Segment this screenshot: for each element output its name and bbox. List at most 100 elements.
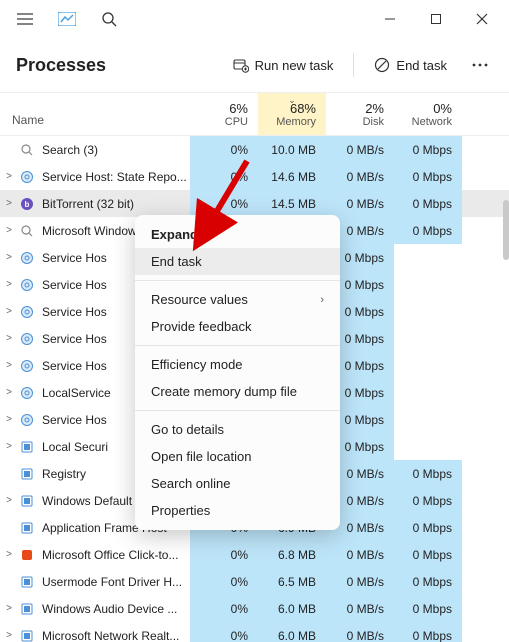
cell-disk: 0 MB/s bbox=[326, 136, 394, 163]
expand-chevron-icon[interactable]: > bbox=[0, 306, 18, 317]
page-header: Processes Run new task End task bbox=[0, 38, 509, 92]
menu-item-label: Resource values bbox=[151, 292, 248, 307]
cell-memory: 14.6 MB bbox=[258, 163, 326, 190]
titlebar bbox=[0, 0, 509, 38]
svg-text:b: b bbox=[25, 200, 30, 209]
end-task-button[interactable]: End task bbox=[364, 51, 457, 79]
end-task-icon bbox=[374, 57, 390, 73]
process-icon bbox=[18, 546, 36, 564]
col-memory[interactable]: ⌄ 68% Memory bbox=[258, 93, 326, 135]
cell-cpu: 0% bbox=[190, 541, 258, 568]
expand-chevron-icon[interactable]: > bbox=[0, 171, 18, 182]
process-icon bbox=[18, 600, 36, 618]
expand-chevron-icon[interactable]: > bbox=[0, 387, 18, 398]
process-name: Service Hos bbox=[42, 305, 128, 319]
menu-item-label: Open file location bbox=[151, 449, 251, 464]
table-header: Name 6% CPU ⌄ 68% Memory 2% Disk 0% Netw… bbox=[0, 92, 509, 136]
col-network[interactable]: 0% Network bbox=[394, 93, 462, 135]
cell-network: 0 Mbps bbox=[394, 568, 462, 595]
process-name: Service Hos bbox=[42, 251, 128, 265]
process-icon bbox=[18, 411, 36, 429]
process-icon bbox=[18, 222, 36, 240]
process-name: BitTorrent (32 bit) bbox=[42, 197, 190, 211]
process-row[interactable]: >Microsoft Office Click-to...0%6.8 MB0 M… bbox=[0, 541, 509, 568]
process-icon bbox=[18, 492, 36, 510]
menu-item[interactable]: Provide feedback bbox=[135, 313, 340, 340]
more-options-button[interactable] bbox=[463, 48, 497, 82]
expand-chevron-icon[interactable]: > bbox=[0, 225, 18, 236]
expand-chevron-icon[interactable]: > bbox=[0, 441, 18, 452]
close-button[interactable] bbox=[459, 2, 505, 36]
col-name[interactable]: Name bbox=[0, 93, 190, 135]
expand-chevron-icon[interactable]: > bbox=[0, 495, 18, 506]
process-name: Service Hos bbox=[42, 359, 128, 373]
cell-cpu: 0% bbox=[190, 136, 258, 163]
cell-memory: 10.0 MB bbox=[258, 136, 326, 163]
process-row[interactable]: >Service Host: State Repo...0%14.6 MB0 M… bbox=[0, 163, 509, 190]
expand-chevron-icon[interactable]: > bbox=[0, 279, 18, 290]
process-row[interactable]: Usermode Font Driver H...0%6.5 MB0 MB/s0… bbox=[0, 568, 509, 595]
menu-item-label: Create memory dump file bbox=[151, 384, 297, 399]
process-icon bbox=[18, 249, 36, 267]
menu-item[interactable]: Expand bbox=[135, 221, 340, 248]
process-row[interactable]: >Microsoft Network Realt...0%6.0 MB0 MB/… bbox=[0, 622, 509, 642]
cell-network: 0 Mbps bbox=[394, 487, 462, 514]
menu-item[interactable]: Create memory dump file bbox=[135, 378, 340, 405]
expand-chevron-icon[interactable]: > bbox=[0, 198, 18, 209]
cell-network: 0 Mbps bbox=[394, 163, 462, 190]
expand-chevron-icon[interactable]: > bbox=[0, 549, 18, 560]
context-menu[interactable]: ExpandEnd task Resource values › Provide fe… bbox=[135, 215, 340, 530]
run-new-task-button[interactable]: Run new task bbox=[223, 51, 344, 79]
process-icon bbox=[18, 276, 36, 294]
cell-network: 0 Mbps bbox=[394, 217, 462, 244]
cell-cpu: 0% bbox=[190, 163, 258, 190]
menu-item[interactable]: Open file location bbox=[135, 443, 340, 470]
cell-cpu: 0% bbox=[190, 622, 258, 642]
col-disk[interactable]: 2% Disk bbox=[326, 93, 394, 135]
search-button[interactable] bbox=[92, 2, 126, 36]
expand-chevron-icon[interactable]: > bbox=[0, 630, 18, 641]
expand-chevron-icon[interactable]: > bbox=[0, 252, 18, 263]
process-name: Local Securi bbox=[42, 440, 128, 454]
cell-disk: 0 MB/s bbox=[326, 568, 394, 595]
process-name: LocalService bbox=[42, 386, 128, 400]
process-row[interactable]: Search (3)0%10.0 MB0 MB/s0 Mbps bbox=[0, 136, 509, 163]
cell-disk: 0 MB/s bbox=[326, 541, 394, 568]
maximize-button[interactable] bbox=[413, 2, 459, 36]
expand-chevron-icon[interactable]: > bbox=[0, 360, 18, 371]
cell-network: 0 Mbps bbox=[394, 460, 462, 487]
expand-chevron-icon[interactable]: > bbox=[0, 333, 18, 344]
cell-memory: 6.0 MB bbox=[258, 622, 326, 642]
app-icon bbox=[50, 2, 84, 36]
menu-item[interactable]: Efficiency mode bbox=[135, 351, 340, 378]
chevron-right-icon: › bbox=[320, 294, 324, 306]
process-row[interactable]: >Windows Audio Device ...0%6.0 MB0 MB/s0… bbox=[0, 595, 509, 622]
expand-chevron-icon[interactable]: > bbox=[0, 414, 18, 425]
minimize-button[interactable] bbox=[367, 2, 413, 36]
process-icon bbox=[18, 168, 36, 186]
cell-network: 0 Mbps bbox=[394, 190, 462, 217]
process-row[interactable]: >bBitTorrent (32 bit)0%14.5 MB0 MB/s0 Mb… bbox=[0, 190, 509, 217]
process-name: Service Hos bbox=[42, 413, 128, 427]
process-name: Windows Audio Device ... bbox=[42, 602, 190, 616]
cell-disk: 0 MB/s bbox=[326, 190, 394, 217]
hamburger-menu-button[interactable] bbox=[8, 2, 42, 36]
menu-item[interactable]: Go to details bbox=[135, 416, 340, 443]
end-task-label: End task bbox=[396, 58, 447, 73]
scrollbar-thumb[interactable] bbox=[503, 200, 509, 260]
menu-item[interactable]: Search online bbox=[135, 470, 340, 497]
menu-item[interactable]: Properties bbox=[135, 497, 340, 524]
process-icon bbox=[18, 519, 36, 537]
process-icon bbox=[18, 438, 36, 456]
menu-separator bbox=[135, 345, 340, 346]
expand-chevron-icon[interactable]: > bbox=[0, 603, 18, 614]
process-icon bbox=[18, 303, 36, 321]
process-name: Service Hos bbox=[42, 278, 128, 292]
run-task-icon bbox=[233, 57, 249, 73]
cell-cpu: 0% bbox=[190, 568, 258, 595]
cell-memory: 6.0 MB bbox=[258, 595, 326, 622]
menu-item[interactable]: End task bbox=[135, 248, 340, 275]
cell-disk: 0 MB/s bbox=[326, 622, 394, 642]
menu-item[interactable]: Resource values › bbox=[135, 286, 340, 313]
col-cpu[interactable]: 6% CPU bbox=[190, 93, 258, 135]
